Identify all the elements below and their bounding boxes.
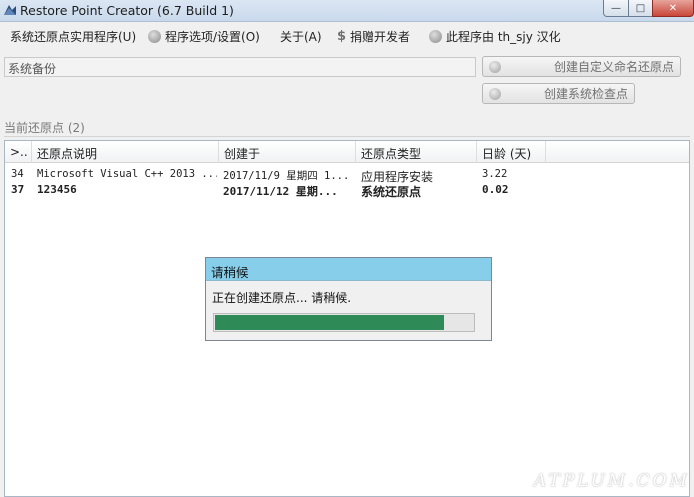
create-system-checkpoint-button[interactable]: 创建系统检查点: [482, 83, 635, 104]
restore-icon: [489, 87, 501, 100]
settings-icon: [148, 30, 161, 43]
menu-utilities-label: 系统还原点实用程序(U): [10, 30, 137, 44]
row-age: 0.02: [482, 183, 509, 196]
row-created: 2017/11/12 星期...: [223, 185, 338, 198]
progress-bar-fill: [215, 315, 444, 330]
close-button[interactable]: ✕: [652, 0, 694, 17]
app-icon: [4, 5, 16, 15]
list-header: >.. 还原点说明 创建于 还原点类型 日龄 (天): [5, 141, 689, 163]
dialog-title: 请稍候: [206, 258, 491, 281]
menu-about-label: 关于(A): [280, 30, 322, 44]
table-row[interactable]: 37 123456 2017/11/12 星期... 系统还原点 0.02: [5, 182, 689, 199]
menu-donate-label: 捐赠开发者: [350, 30, 411, 44]
current-restore-points-label: 当前还原点 (2): [4, 121, 85, 135]
column-header-id[interactable]: >..: [5, 141, 32, 163]
divider: [4, 136, 690, 137]
row-created: 2017/11/9 星期四 1...: [223, 170, 350, 182]
window-title: Restore Point Creator (6.7 Build 1): [20, 3, 234, 18]
create-custom-label: 创建自定义命名还原点: [553, 60, 674, 74]
row-type: 系统还原点: [361, 185, 422, 199]
table-row[interactable]: 34 Microsoft Visual C++ 2013 ... 2017/11…: [5, 167, 689, 184]
row-description: Microsoft Visual C++ 2013 ...: [37, 168, 217, 180]
column-header-description[interactable]: 还原点说明: [32, 141, 219, 163]
progress-bar: [213, 313, 475, 332]
dollar-icon: $: [337, 29, 347, 44]
create-check-label: 创建系统检查点: [543, 87, 628, 101]
create-custom-restore-point-button[interactable]: 创建自定义命名还原点: [482, 56, 681, 77]
restore-icon: [489, 60, 501, 73]
row-id: 37: [11, 183, 25, 196]
menu-bar: 系统还原点实用程序(U) 程序选项/设置(O) 关于(A) $ 捐赠开发者 此程…: [0, 23, 694, 47]
dialog-message: 正在创建还原点... 请稍候.: [212, 291, 352, 305]
please-wait-dialog: 请稍候 正在创建还原点... 请稍候.: [205, 257, 492, 341]
minimize-button[interactable]: —: [603, 0, 629, 17]
column-header-created[interactable]: 创建于: [219, 141, 356, 163]
menu-options[interactable]: 程序选项/设置(O): [148, 28, 260, 45]
restore-point-description-input[interactable]: 系统备份: [4, 57, 476, 77]
menu-about[interactable]: 关于(A): [280, 28, 322, 45]
title-bar: Restore Point Creator (6.7 Build 1) — □ …: [0, 0, 694, 22]
menu-options-label: 程序选项/设置(O): [165, 30, 260, 44]
row-id: 34: [11, 168, 24, 180]
info-icon: [429, 30, 442, 43]
column-header-type[interactable]: 还原点类型: [356, 141, 477, 163]
menu-utilities[interactable]: 系统还原点实用程序(U): [10, 28, 136, 45]
menu-translator-info[interactable]: 此程序由 th_sjy 汉化: [429, 28, 561, 45]
menu-translator-label: 此程序由 th_sjy 汉化: [446, 30, 561, 44]
row-description: 123456: [37, 183, 77, 196]
row-age: 3.22: [482, 168, 508, 180]
column-header-age[interactable]: 日龄 (天): [477, 141, 546, 163]
watermark-logo: ATPLUM.COM: [534, 471, 690, 491]
maximize-button[interactable]: □: [628, 0, 653, 17]
menu-donate[interactable]: $ 捐赠开发者: [337, 28, 410, 45]
